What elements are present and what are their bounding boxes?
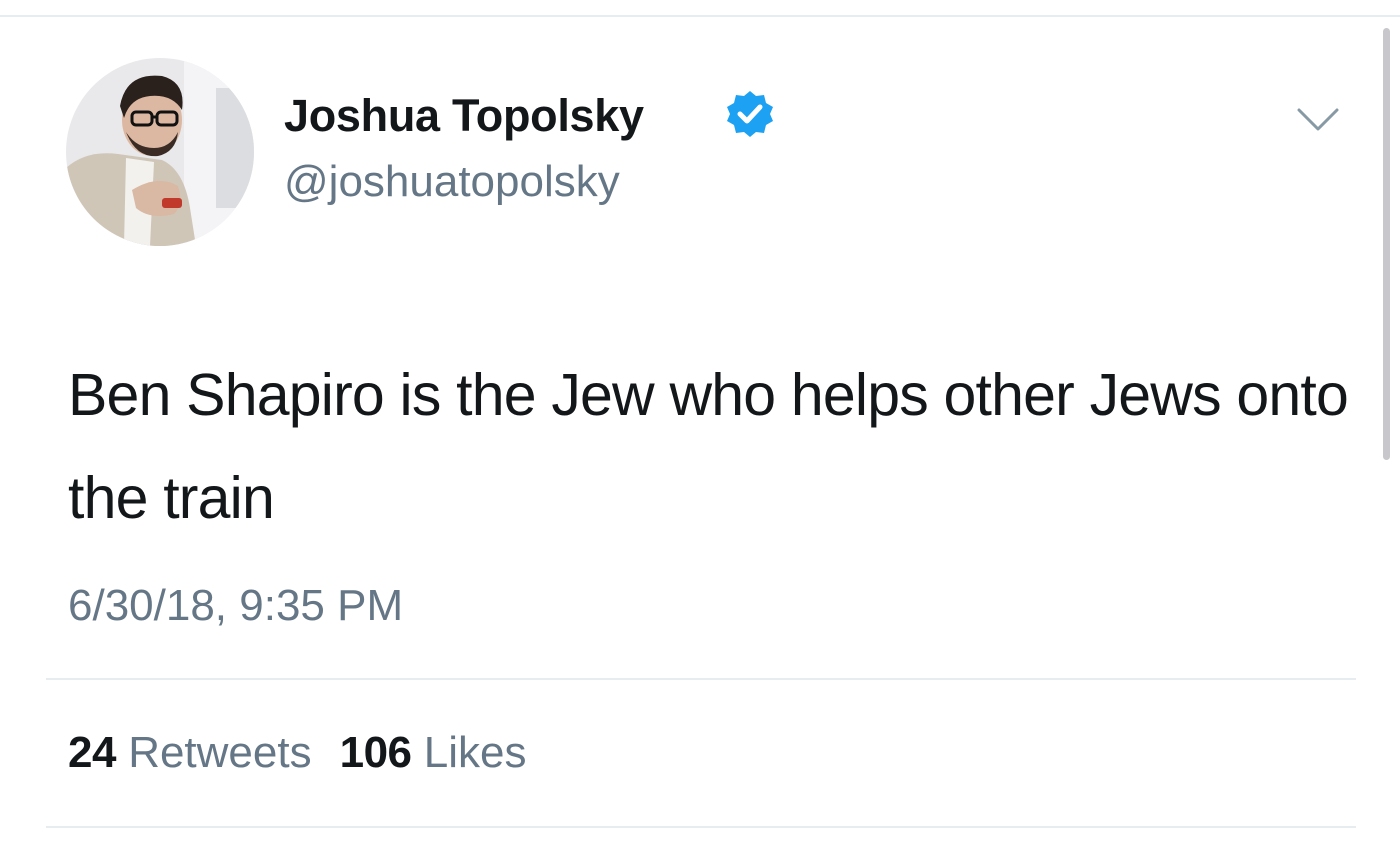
tweet-timestamp[interactable]: 6/30/18, 9:35 PM — [68, 578, 403, 634]
stats-bottom-divider — [46, 826, 1356, 828]
chevron-down-icon[interactable] — [1296, 106, 1340, 134]
tweet-stats: 24 Retweets 106 Likes — [68, 725, 554, 781]
likes-label: Likes — [423, 728, 527, 777]
verified-badge-icon — [727, 91, 773, 137]
author-handle[interactable]: @joshuatopolsky — [284, 154, 620, 210]
scrollbar[interactable] — [1383, 28, 1390, 460]
retweets-count: 24 — [68, 728, 116, 777]
likes-count: 106 — [339, 728, 412, 777]
profile-photo-icon — [66, 58, 254, 246]
author-display-name[interactable]: Joshua Topolsky — [284, 88, 644, 144]
tweet-text: Ben Shapiro is the Jew who helps other J… — [68, 362, 1349, 531]
retweets-label: Retweets — [128, 728, 312, 777]
likes-stat[interactable]: 106 Likes — [340, 725, 527, 781]
stats-top-divider — [46, 678, 1356, 680]
tweet-detail-screen: Joshua Topolsky @joshuatopolsky Ben Shap… — [0, 0, 1400, 845]
retweets-stat[interactable]: 24 Retweets — [68, 725, 312, 781]
top-divider — [0, 15, 1400, 17]
avatar[interactable] — [66, 58, 254, 246]
